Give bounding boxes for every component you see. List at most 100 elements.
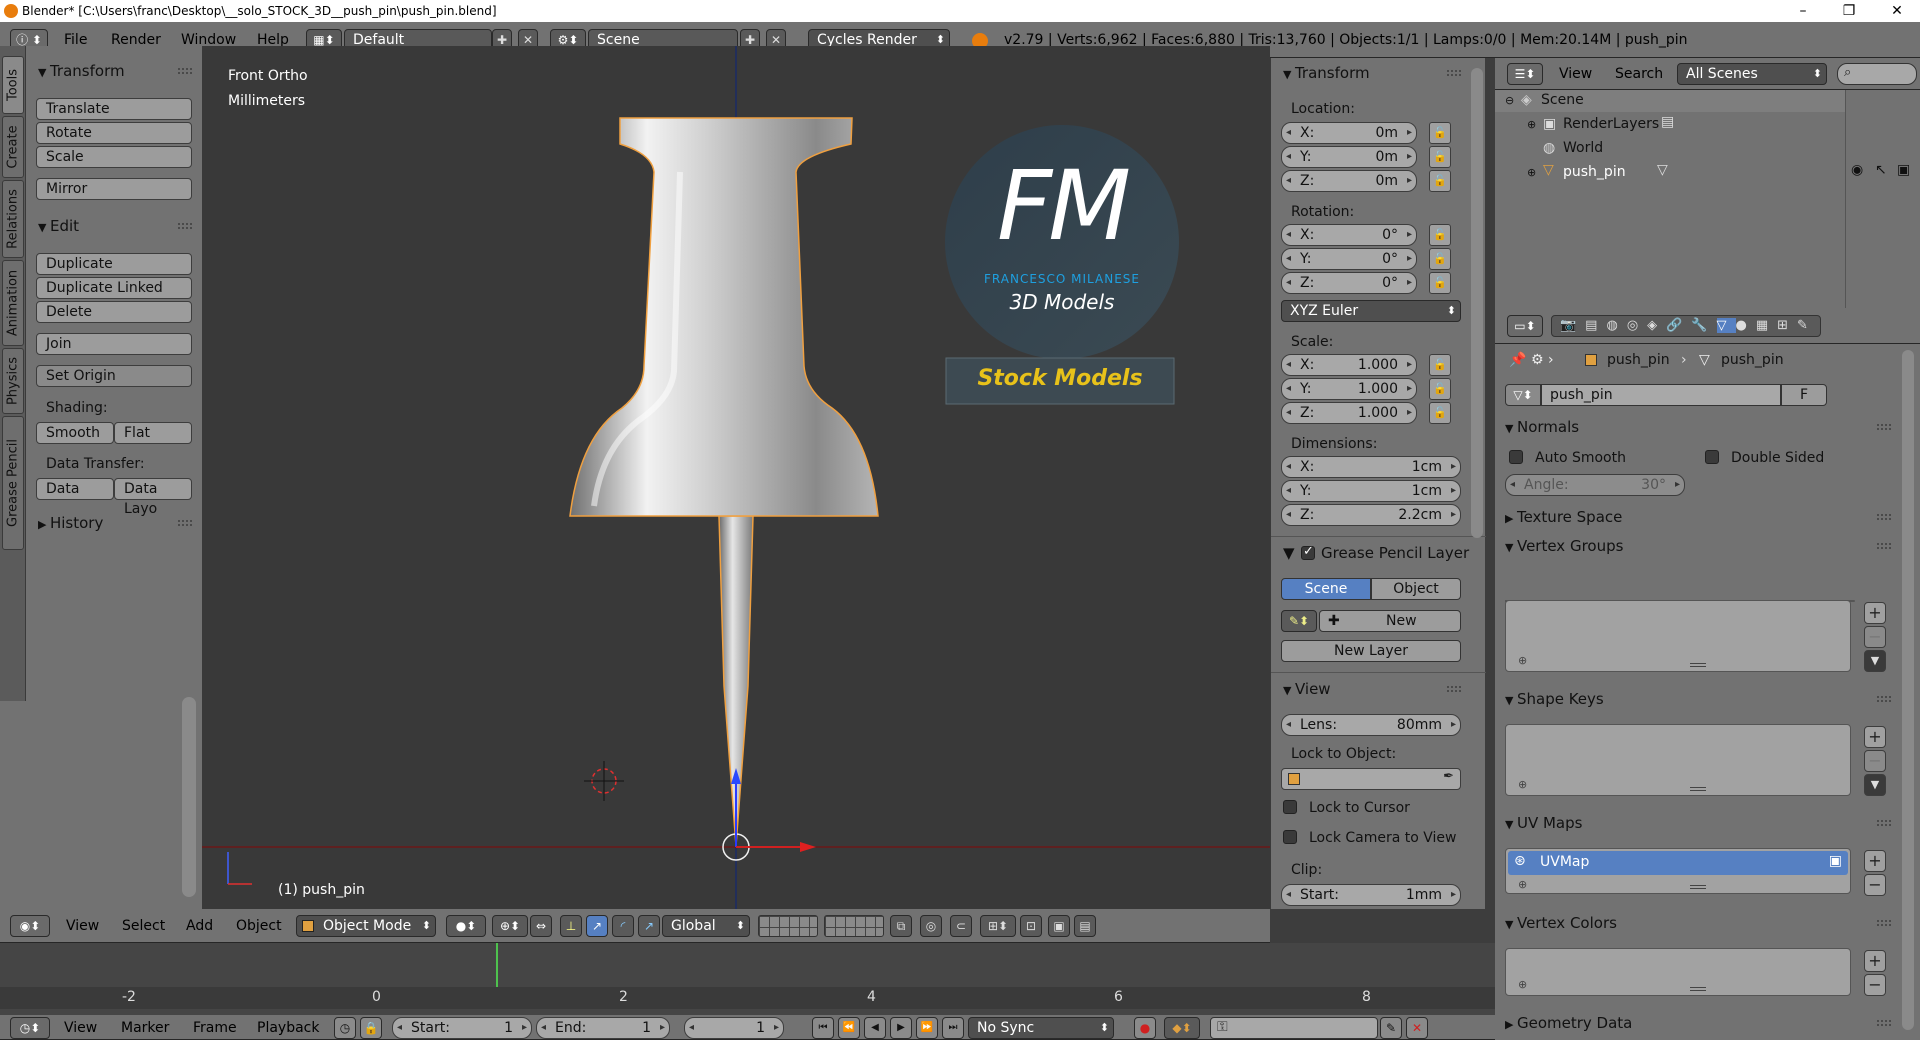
clip-start-field[interactable]: Start:1mm bbox=[1281, 884, 1461, 906]
grease-layer-header[interactable]: Grease Pencil Layer bbox=[1321, 544, 1469, 562]
data-layout-button[interactable]: Data Layo bbox=[114, 478, 192, 517]
properties-scrollbar[interactable] bbox=[1902, 350, 1914, 1030]
panel-grip-icon[interactable] bbox=[1877, 424, 1891, 430]
minimize-button[interactable]: – bbox=[1780, 0, 1826, 22]
vertex-colors-header[interactable]: Vertex Colors bbox=[1505, 914, 1617, 932]
pivot-point-icon[interactable]: ⊕⬍ bbox=[492, 915, 528, 937]
renderable-camera-icon[interactable]: ▣ bbox=[1897, 162, 1910, 178]
timeline-editor-icon[interactable]: ◷⬍ bbox=[10, 1017, 50, 1039]
jump-keyframe-forward-icon[interactable]: ⏩ bbox=[916, 1017, 938, 1039]
viewport-shading-icon[interactable]: ●⬍ bbox=[446, 915, 486, 937]
remove-uv-map-icon[interactable]: − bbox=[1864, 874, 1886, 896]
lock-icon[interactable]: 🔓 bbox=[1429, 378, 1451, 400]
maximize-button[interactable]: ❐ bbox=[1826, 0, 1872, 22]
jump-end-icon[interactable]: ⏭ bbox=[942, 1017, 964, 1039]
expand-icon[interactable]: ⊕ bbox=[1527, 166, 1536, 179]
3d-cursor-icon[interactable] bbox=[584, 761, 624, 801]
mirror-button[interactable]: Mirror bbox=[36, 178, 192, 200]
scale-manipulator-icon[interactable]: ↗ bbox=[638, 915, 660, 937]
rotation-mode-dropdown[interactable]: XYZ Euler bbox=[1281, 300, 1461, 322]
layer-buttons-group-1[interactable] bbox=[758, 915, 818, 937]
shape-key-specials-icon[interactable]: ▼ bbox=[1864, 774, 1886, 796]
panel-grip-icon[interactable] bbox=[1877, 920, 1891, 926]
outliner-item-renderlayers[interactable]: RenderLayers bbox=[1563, 116, 1659, 132]
sync-mode-dropdown[interactable]: No Sync bbox=[968, 1017, 1114, 1039]
snap-element-icon[interactable]: ⊞⬍ bbox=[980, 915, 1016, 937]
mesh-browse-icon[interactable]: ▽⬍ bbox=[1505, 384, 1541, 406]
lock-camera-checkbox[interactable] bbox=[1283, 830, 1297, 844]
record-icon[interactable]: ● bbox=[1134, 1017, 1156, 1039]
vertex-groups-list[interactable]: ⊕ bbox=[1505, 600, 1851, 672]
panel-grip-icon[interactable] bbox=[1877, 543, 1891, 549]
end-frame-field[interactable]: End:1 bbox=[536, 1017, 670, 1039]
tab-relations[interactable]: Relations bbox=[2, 180, 24, 258]
preview-range-icon[interactable]: ◷ bbox=[334, 1017, 356, 1039]
grease-layer-checkbox[interactable] bbox=[1301, 544, 1315, 560]
orientation-dropdown[interactable]: Global bbox=[662, 915, 750, 937]
list-filter-icon[interactable]: ⊕ bbox=[1518, 878, 1527, 891]
play-reverse-icon[interactable]: ◀ bbox=[864, 1017, 886, 1039]
pin-icon[interactable]: 📌 bbox=[1509, 352, 1526, 368]
vertex-group-specials-icon[interactable]: ▼ bbox=[1864, 650, 1886, 672]
close-button[interactable]: ✕ bbox=[1874, 0, 1920, 22]
properties-editor-icon[interactable]: ▭⬍ bbox=[1507, 315, 1543, 337]
start-frame-field[interactable]: Start:1 bbox=[392, 1017, 532, 1039]
mode-dropdown[interactable]: Object Mode bbox=[296, 915, 436, 937]
x-arrow-head-icon[interactable] bbox=[800, 842, 816, 852]
rotate-button[interactable]: Rotate bbox=[36, 122, 192, 144]
grease-new-button[interactable]: ✚ New bbox=[1319, 610, 1461, 632]
timeline-menu-view[interactable]: View bbox=[64, 1017, 97, 1039]
add-uv-map-icon[interactable]: + bbox=[1864, 850, 1886, 872]
list-filter-icon[interactable]: ⊕ bbox=[1518, 978, 1527, 991]
double-sided-checkbox[interactable] bbox=[1705, 450, 1719, 464]
panel-grip-icon[interactable] bbox=[1877, 514, 1891, 520]
delete-button[interactable]: Delete bbox=[36, 301, 192, 323]
outliner-item-push-pin[interactable]: push_pin bbox=[1563, 164, 1626, 180]
manipulator-all-icon[interactable]: ⊥ bbox=[560, 915, 582, 937]
uv-maps-header[interactable]: UV Maps bbox=[1505, 814, 1582, 832]
data-transfer-button[interactable]: Data bbox=[36, 478, 114, 500]
new-layer-button[interactable]: New Layer bbox=[1281, 640, 1461, 662]
3d-viewport[interactable]: Front Ortho Millimeters (1) push_pin FM … bbox=[202, 46, 1270, 909]
opengl-render-icon[interactable]: ▣ bbox=[1048, 915, 1070, 937]
lock-icon[interactable]: 🔓 bbox=[1429, 224, 1451, 246]
angle-field[interactable]: Angle:30° bbox=[1505, 474, 1685, 496]
outliner-filter-dropdown[interactable]: All Scenes bbox=[1677, 63, 1827, 85]
menu-view[interactable]: View bbox=[66, 915, 99, 937]
list-resize-grip-icon[interactable] bbox=[1690, 787, 1706, 791]
current-frame-marker[interactable] bbox=[496, 943, 498, 987]
geometry-data-header[interactable]: Geometry Data bbox=[1505, 1014, 1632, 1032]
duplicate-linked-button[interactable]: Duplicate Linked bbox=[36, 277, 192, 299]
dimension-x-field[interactable]: X:1cm bbox=[1281, 456, 1461, 478]
set-origin-dropdown[interactable]: Set Origin bbox=[36, 365, 192, 387]
add-shape-key-icon[interactable]: + bbox=[1864, 726, 1886, 748]
panel-grip-icon[interactable] bbox=[178, 68, 192, 74]
eyedropper-icon[interactable]: ✒ bbox=[1443, 769, 1454, 784]
tab-physics[interactable]: Physics bbox=[2, 348, 24, 414]
join-button[interactable]: Join bbox=[36, 333, 192, 355]
list-resize-grip-icon[interactable] bbox=[1690, 987, 1706, 991]
lock-time-icon[interactable]: 🔒 bbox=[360, 1017, 382, 1039]
mesh-name-field[interactable]: push_pin bbox=[1541, 384, 1781, 406]
rotate-manipulator-icon[interactable]: ◜ bbox=[612, 915, 634, 937]
rotation-x-field[interactable]: X:0° bbox=[1281, 224, 1417, 246]
outliner-menu-view[interactable]: View bbox=[1559, 63, 1592, 85]
grease-layer-collapse-icon[interactable]: ▼ bbox=[1283, 544, 1295, 562]
rotation-z-field[interactable]: Z:0° bbox=[1281, 272, 1417, 294]
redo-panel-scrollbar[interactable] bbox=[182, 697, 196, 897]
panel-grip-icon[interactable] bbox=[1447, 70, 1461, 76]
breadcrumb-object[interactable]: push_pin bbox=[1607, 352, 1670, 368]
add-vertex-color-icon[interactable]: + bbox=[1864, 950, 1886, 972]
jump-keyframe-back-icon[interactable]: ⏪ bbox=[838, 1017, 860, 1039]
grease-scene-tab[interactable]: Scene bbox=[1281, 578, 1371, 600]
list-filter-icon[interactable]: ⊕ bbox=[1518, 778, 1527, 791]
scale-x-field[interactable]: X:1.000 bbox=[1281, 354, 1417, 376]
lock-icon[interactable]: 🔓 bbox=[1429, 122, 1451, 144]
edit-panel-header[interactable]: Edit bbox=[38, 217, 79, 235]
menu-object[interactable]: Object bbox=[236, 915, 282, 937]
lock-to-cursor-checkbox[interactable] bbox=[1283, 800, 1297, 814]
menu-add[interactable]: Add bbox=[186, 915, 213, 937]
keying-set-field[interactable]: ⚿ bbox=[1210, 1017, 1378, 1039]
smooth-button[interactable]: Smooth bbox=[36, 422, 114, 444]
uv-maps-list[interactable]: ⊛ UVMap ▣ ⊕ bbox=[1505, 848, 1851, 894]
